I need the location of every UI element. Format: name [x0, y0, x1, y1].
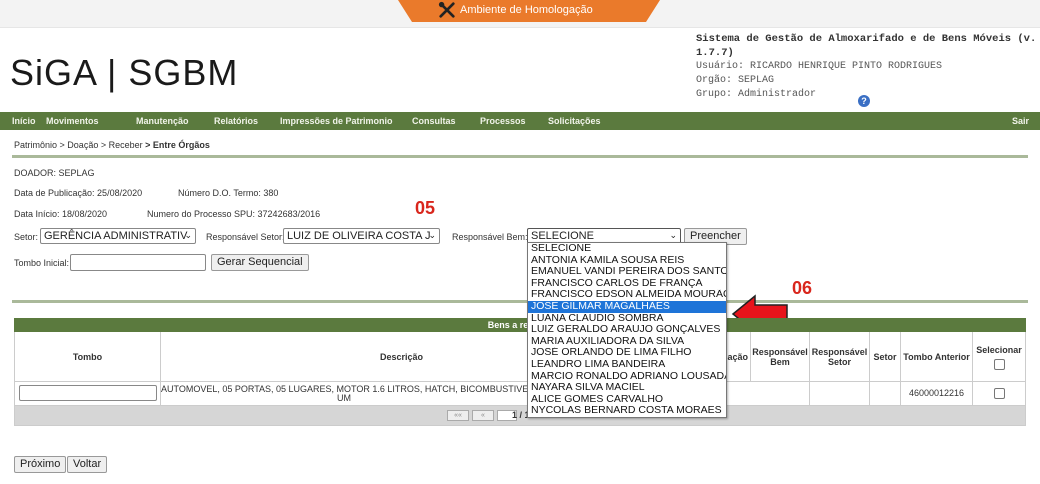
first-page-button[interactable]: ««	[447, 410, 469, 421]
breadcrumb-doacao[interactable]: > Doação	[60, 140, 99, 150]
setor-select[interactable]: GERÊNCIA ADMINISTRATIV ⌄	[40, 228, 196, 244]
items-grid: Bens a receber Tombo Descrição ação Resp…	[14, 318, 1026, 426]
row-descricao: AUTOMOVEL, 05 PORTAS, 05 LUGARES, MOTOR …	[161, 382, 528, 405]
do-term-number: Número D.O. Termo: 380	[178, 188, 279, 198]
org-info: Orgão: SEPLAG	[696, 75, 775, 86]
grid-header: Tombo Descrição ação Responsável Bem Res…	[14, 332, 1026, 382]
row-select-cell	[973, 382, 1025, 405]
start-date: Data Início: 18/08/2020	[14, 209, 108, 219]
option[interactable]: NYCOLAS BERNARD COSTA MORAES	[528, 405, 726, 417]
process-number: Numero do Processo SPU: 37242683/2016	[147, 209, 321, 219]
col-tombo-anterior: Tombo Anterior	[901, 332, 973, 382]
option[interactable]: JOSÉ ORLANDO DE LIMA FILHO	[528, 347, 726, 359]
row-tombo-anterior: 46000012216	[901, 382, 973, 405]
col-selecionar-label: Selecionar	[976, 344, 1022, 355]
step-annotation-06: 06	[792, 278, 813, 298]
publication-date: Data de Publicação: 25/08/2020	[14, 188, 143, 198]
option[interactable]: ANTONIA KAMILA SOUSA REIS	[528, 255, 726, 267]
system-info: Sistema de Gestão de Almoxarifado e de B…	[696, 32, 1040, 102]
table-row: AUTOMOVEL, 05 PORTAS, 05 LUGARES, MOTOR …	[14, 382, 1026, 406]
resp-bem-options[interactable]: SELECIONE ANTONIA KAMILA SOUSA REIS EMAN…	[527, 242, 727, 418]
option[interactable]: LEANDRO LIMA BANDEIRA	[528, 359, 726, 371]
option[interactable]: NAYARA SILVA MACIEL	[528, 382, 726, 394]
back-button[interactable]: Voltar	[67, 456, 108, 473]
logout-link[interactable]: Sair	[1012, 116, 1029, 126]
resp-bem-value: SELECIONE	[531, 230, 594, 242]
breadcrumb-patrimonio[interactable]: Patrimônio	[14, 140, 57, 150]
menu-movimentos[interactable]: Movimentos	[46, 116, 99, 126]
menu-manutencao[interactable]: Manutenção	[136, 116, 189, 126]
option[interactable]: MARIA AUXILIADORA DA SILVA	[528, 336, 726, 348]
setor-value: GERÊNCIA ADMINISTRATIV	[44, 230, 188, 242]
system-title: Sistema de Gestão de Almoxarifado e de B…	[696, 33, 1037, 59]
step-annotation-05: 05	[415, 198, 436, 218]
divider	[12, 300, 1028, 303]
menu-relatorios[interactable]: Relatórios	[214, 116, 258, 126]
tombo-input[interactable]	[70, 254, 206, 271]
resp-bem-label: Responsável Bem:	[452, 232, 528, 242]
option-highlighted[interactable]: JOSE GILMAR MAGALHÃES	[528, 300, 726, 313]
select-all-checkbox[interactable]	[993, 358, 1005, 370]
divider	[12, 155, 1028, 158]
col-setor: Setor	[870, 332, 901, 382]
pager: «« « 1 / 1	[14, 406, 1026, 426]
environment-banner: Ambiente de Homologação	[398, 0, 660, 22]
menu-impressoes[interactable]: Impressões de Patrimonio	[280, 116, 393, 126]
option[interactable]: LUANA CLAUDIO SOMBRA	[528, 313, 726, 325]
option[interactable]: EMANUEL VANDI PEREIRA DOS SANTOS	[528, 266, 726, 278]
breadcrumb-current: > Entre Órgãos	[145, 140, 210, 150]
row-descricao-line2: UM	[337, 393, 351, 403]
option[interactable]: FRANCISCO EDSON ALMEIDA MOURÃO	[528, 289, 726, 301]
option[interactable]: ALICE GOMES CARVALHO	[528, 394, 726, 406]
menu-consultas[interactable]: Consultas	[412, 116, 456, 126]
next-button[interactable]: Próximo	[14, 456, 67, 473]
chevron-down-icon: ⌄	[184, 230, 192, 240]
option[interactable]: SELECIONE	[528, 243, 726, 255]
help-icon[interactable]: ?	[858, 95, 870, 107]
col-resp-bem: Responsável Bem	[751, 332, 810, 382]
environment-label: Ambiente de Homologação	[460, 4, 593, 16]
col-tombo: Tombo	[15, 332, 161, 382]
menu-solicitacoes[interactable]: Solicitações	[548, 116, 601, 126]
prev-page-button[interactable]: «	[472, 410, 494, 421]
main-menu: Início Movimentos Manutenção Relatórios …	[0, 112, 1040, 130]
breadcrumb-receber[interactable]: > Receber	[101, 140, 143, 150]
chevron-down-icon: ⌄	[428, 230, 436, 240]
app-logo: SiGA | SGBM	[10, 52, 239, 93]
option[interactable]: MARCIO RONALDO ADRIANO LOUSADA	[528, 371, 726, 383]
row-tombo-input[interactable]	[19, 385, 157, 401]
row-resp-bem	[751, 382, 810, 405]
generate-sequence-button[interactable]: Gerar Sequencial	[211, 254, 309, 271]
chevron-down-icon: ⌄	[669, 230, 677, 240]
option[interactable]: FRANCISCO CARLOS DE FRANÇA	[528, 278, 726, 290]
setor-label: Setor:	[14, 232, 39, 242]
resp-setor-value: LUIZ DE OLIVEIRA COSTA J	[287, 230, 431, 242]
tombo-label: Tombo Inicial:	[14, 258, 70, 268]
donor-label: DOADOR: SEPLAG	[14, 168, 95, 178]
grid-title: Bens a receber	[14, 318, 1026, 332]
row-resp-setor	[810, 382, 870, 405]
tools-icon	[438, 1, 455, 18]
row-tombo-cell	[15, 382, 161, 405]
resp-setor-select[interactable]: LUIZ DE OLIVEIRA COSTA J ⌄	[283, 228, 440, 244]
option[interactable]: LUIZ GERALDO ARAUJO GONÇALVES	[528, 324, 726, 336]
user-info: Usuário: RICARDO HENRIQUE PINTO RODRIGUE…	[696, 61, 943, 72]
menu-processos[interactable]: Processos	[480, 116, 526, 126]
col-selecionar: Selecionar	[973, 332, 1025, 382]
menu-inicio[interactable]: Início	[12, 116, 36, 126]
resp-setor-label: Responsável Setor:	[206, 232, 285, 242]
row-setor	[870, 382, 901, 405]
row-select-checkbox[interactable]	[993, 388, 1005, 399]
breadcrumb: Patrimônio > Doação > Receber > Entre Ór…	[14, 140, 210, 150]
col-resp-setor: Responsável Setor	[810, 332, 870, 382]
